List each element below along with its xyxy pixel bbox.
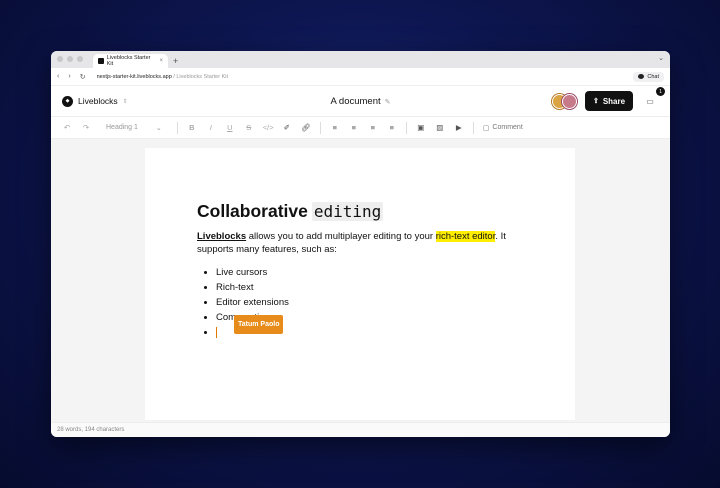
code-icon[interactable]: </> [263,123,274,132]
document-title-text[interactable]: A document [330,96,380,107]
toolbar-divider [319,121,321,134]
bold-icon[interactable]: B [187,123,197,132]
list-item-cursor: Tatum Paolo [216,315,523,340]
chat-label: Chat [647,73,659,80]
address-bar: ‹ › ↻ nextjs-starter-kit.liveblocks.app … [51,68,670,86]
tab-strip: Liveblocks Starter Kit × + ⌄ [51,51,670,68]
new-tab-button[interactable]: + [173,56,178,68]
close-window-button[interactable] [57,56,63,62]
reload-icon[interactable]: ↻ [80,73,86,81]
collaborator-cursor [216,326,217,338]
chevron-down-icon[interactable]: ⌄ [658,54,664,62]
editor-toolbar: ↶ ↷ Heading 1 ⌄ B I U S </> ✐ 🔗︎ ≡ ≡ ≡ ≡… [51,117,670,139]
share-label: Share [602,96,626,106]
highlight-icon[interactable]: ✐ [282,123,292,132]
header-actions: ⇪ Share ▭ 1 [552,87,665,111]
inbox-icon: ▭ [646,96,654,106]
align-right-icon[interactable]: ≡ [368,123,378,132]
url-host: nextjs-starter-kit.liveblocks.app [96,73,172,80]
minimize-window-button[interactable] [67,56,73,62]
align-center-icon[interactable]: ≡ [349,123,359,132]
highlighted-text: rich-text editor [435,231,496,242]
align-left-icon[interactable]: ≡ [330,123,340,132]
editor-canvas: Collaborative editing Liveblocks allows … [51,139,670,422]
align-justify-icon[interactable]: ≡ [387,123,397,132]
comment-label: Comment [492,124,523,131]
document-page[interactable]: Collaborative editing Liveblocks allows … [145,148,575,420]
underline-icon[interactable]: U [225,123,235,132]
share-icon: ⇪ [592,98,599,105]
link-icon[interactable]: 🔗︎ [301,123,311,132]
maximize-window-button[interactable] [77,56,83,62]
heading-text: Collaborative [197,201,308,221]
toolbar-divider [405,121,407,134]
heading-code: editing [311,202,384,221]
strikethrough-icon[interactable]: S [244,123,254,132]
avatar-stack [552,93,577,109]
browser-tab[interactable]: Liveblocks Starter Kit × [93,54,168,68]
url-path: / Liveblocks Starter Kit [173,73,229,80]
liveblocks-logo-icon: ◆ [62,95,73,107]
window-controls [51,56,83,68]
notification-badge: 1 [656,87,665,96]
browser-window: Liveblocks Starter Kit × + ⌄ ‹ › ↻ nextj… [51,51,670,437]
italic-icon[interactable]: I [206,123,216,132]
tab-title: Liveblocks Starter Kit [106,55,151,67]
avatar[interactable] [562,93,577,109]
paragraph-text-1: allows you to add multiplayer editing to… [246,231,436,242]
back-icon[interactable]: ‹ [57,73,59,80]
video-icon[interactable]: ▶ [454,123,464,132]
chevron-updown-icon: ⇕ [122,98,128,105]
pencil-icon[interactable]: ✎ [385,99,391,106]
document-paragraph[interactable]: Liveblocks allows you to add multiplayer… [197,230,523,256]
toolbar-divider [472,121,474,134]
heading-select[interactable]: Heading 1 ⌄ [100,124,168,132]
code-block-icon[interactable]: ▣ [416,123,426,132]
brand-switcher[interactable]: ◆ Liveblocks ⇕ [62,95,128,107]
url-field[interactable]: nextjs-starter-kit.liveblocks.app / Live… [97,74,228,80]
liveblocks-link[interactable]: Liveblocks [197,231,246,242]
liveblocks-favicon-icon [98,58,104,64]
chat-bubble-icon [638,74,645,79]
toolbar-divider [176,121,178,134]
comment-icon: ▢ [482,124,490,132]
brand-name: Liveblocks [78,96,118,106]
undo-icon[interactable]: ↶ [62,123,72,132]
list-item: Rich-text [216,280,523,295]
inbox-button[interactable]: ▭ 1 [641,87,665,110]
word-count: 28 words, 194 characters [57,427,125,433]
forward-icon[interactable]: › [68,73,70,80]
app-header: ◆ Liveblocks ⇕ A document ✎ ⇪ Share ▭ 1 [51,86,670,117]
chat-button[interactable]: Chat [633,71,664,82]
document-heading[interactable]: Collaborative editing [197,201,523,222]
close-tab-icon[interactable]: × [159,58,163,64]
feature-list[interactable]: Live cursors Rich-text Editor extensions… [197,265,523,340]
status-bar: 28 words, 194 characters [51,422,670,437]
redo-icon[interactable]: ↷ [81,123,91,132]
share-button[interactable]: ⇪ Share [585,91,633,111]
list-item: Editor extensions [216,295,523,310]
comment-button[interactable]: ▢ Comment [483,124,523,132]
list-item: Live cursors [216,265,523,280]
collaborator-cursor-label: Tatum Paolo [234,315,284,334]
chevron-down-icon: ⌄ [155,124,162,132]
heading-select-value: Heading 1 [106,124,138,131]
image-icon[interactable]: ▨ [435,123,445,132]
